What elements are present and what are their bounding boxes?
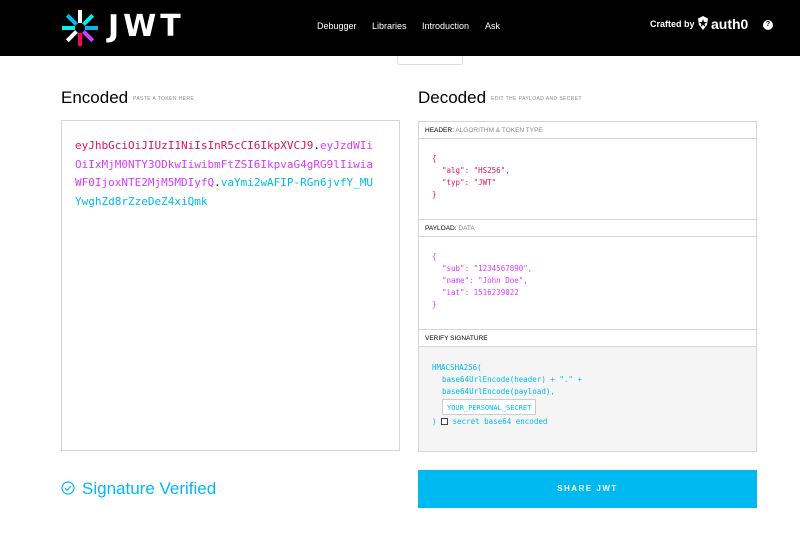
help-icon[interactable]: ? xyxy=(763,20,773,30)
header-label: HEADER: xyxy=(425,127,454,134)
payload-sublabel: DATA xyxy=(458,225,475,232)
json-line: { xyxy=(432,252,437,261)
crafted-by-label: Crafted by xyxy=(650,19,695,29)
logo-text[interactable]: JWT xyxy=(108,10,185,44)
json-line: "name": "John Doe", xyxy=(442,276,528,285)
signature-line: base64UrlEncode(header) + "." + xyxy=(442,375,582,384)
signature-line: base64UrlEncode(payload), xyxy=(442,387,555,396)
payload-label: PAYLOAD: xyxy=(425,225,457,232)
algorithm-select-tab[interactable] xyxy=(397,56,463,65)
header-sublabel: ALGORITHM & TOKEN TYPE xyxy=(455,127,543,134)
json-line: } xyxy=(432,300,437,309)
share-jwt-button[interactable]: SHARE JWT xyxy=(418,470,757,508)
token-header-part: eyJhbGciOiJIUzI1NiIsInR5cCI6IkpXVCJ9 xyxy=(75,139,314,152)
payload-section-title: PAYLOAD: DATA xyxy=(419,220,756,237)
base64-checkbox[interactable] xyxy=(441,418,449,425)
json-line: "typ": "JWT" xyxy=(442,178,497,187)
nav-ask[interactable]: Ask xyxy=(485,21,500,31)
encoded-token-text[interactable]: eyJhbGciOiJIUzI1NiIsInR5cCI6IkpXVCJ9.eyJ… xyxy=(75,137,375,211)
nav-debugger[interactable]: Debugger xyxy=(317,21,357,31)
nav-libraries[interactable]: Libraries xyxy=(372,21,407,31)
jwt-logo-icon[interactable] xyxy=(60,8,100,48)
encoded-token-input[interactable]: eyJhbGciOiJIUzI1NiIsInR5cCI6IkpXVCJ9.eyJ… xyxy=(61,120,400,451)
decoded-subtitle: EDIT THE PAYLOAD AND SECRET xyxy=(491,96,583,102)
verify-label: VERIFY SIGNATURE xyxy=(425,335,488,342)
decoded-title: Decoded xyxy=(418,88,487,107)
encoded-title: Encoded xyxy=(61,88,129,107)
json-line: } xyxy=(432,190,437,199)
decoded-panel: HEADER: ALGORITHM & TOKEN TYPE { "alg": … xyxy=(418,121,757,452)
header-section-title: HEADER: ALGORITHM & TOKEN TYPE xyxy=(419,122,756,139)
signature-close-paren: ) xyxy=(432,417,437,426)
json-line: "sub": "1234567890", xyxy=(442,264,533,273)
signature-line: HMACSHA256( xyxy=(432,363,482,372)
payload-json-editor[interactable]: { "sub": "1234567890", "name": "John Doe… xyxy=(419,237,756,330)
auth0-logo[interactable]: auth0 xyxy=(697,15,757,35)
auth0-text: auth0 xyxy=(711,16,749,32)
secret-input[interactable]: YOUR_PERSONAL_SECRET xyxy=(442,399,537,415)
signature-verified-status: Signature Verified xyxy=(82,479,217,498)
header-json-editor[interactable]: { "alg": "HS256", "typ": "JWT" } xyxy=(419,139,756,220)
encoded-subtitle: PASTE A TOKEN HERE xyxy=(133,96,195,102)
json-line: { xyxy=(432,154,437,163)
top-bar: JWT Debugger Libraries Introduction Ask … xyxy=(0,0,800,56)
json-line: "alg": "HS256", xyxy=(442,166,510,175)
json-line: "iat": 1516239022 xyxy=(442,288,519,297)
auth0-shield-icon xyxy=(698,16,708,30)
base64-checkbox-label[interactable]: secret base64 encoded xyxy=(453,417,548,426)
verify-signature-title: VERIFY SIGNATURE xyxy=(419,330,756,347)
nav-introduction[interactable]: Introduction xyxy=(422,21,469,31)
check-circle-icon xyxy=(61,481,75,495)
verify-signature-body: HMACSHA256( base64UrlEncode(header) + ".… xyxy=(419,347,756,451)
